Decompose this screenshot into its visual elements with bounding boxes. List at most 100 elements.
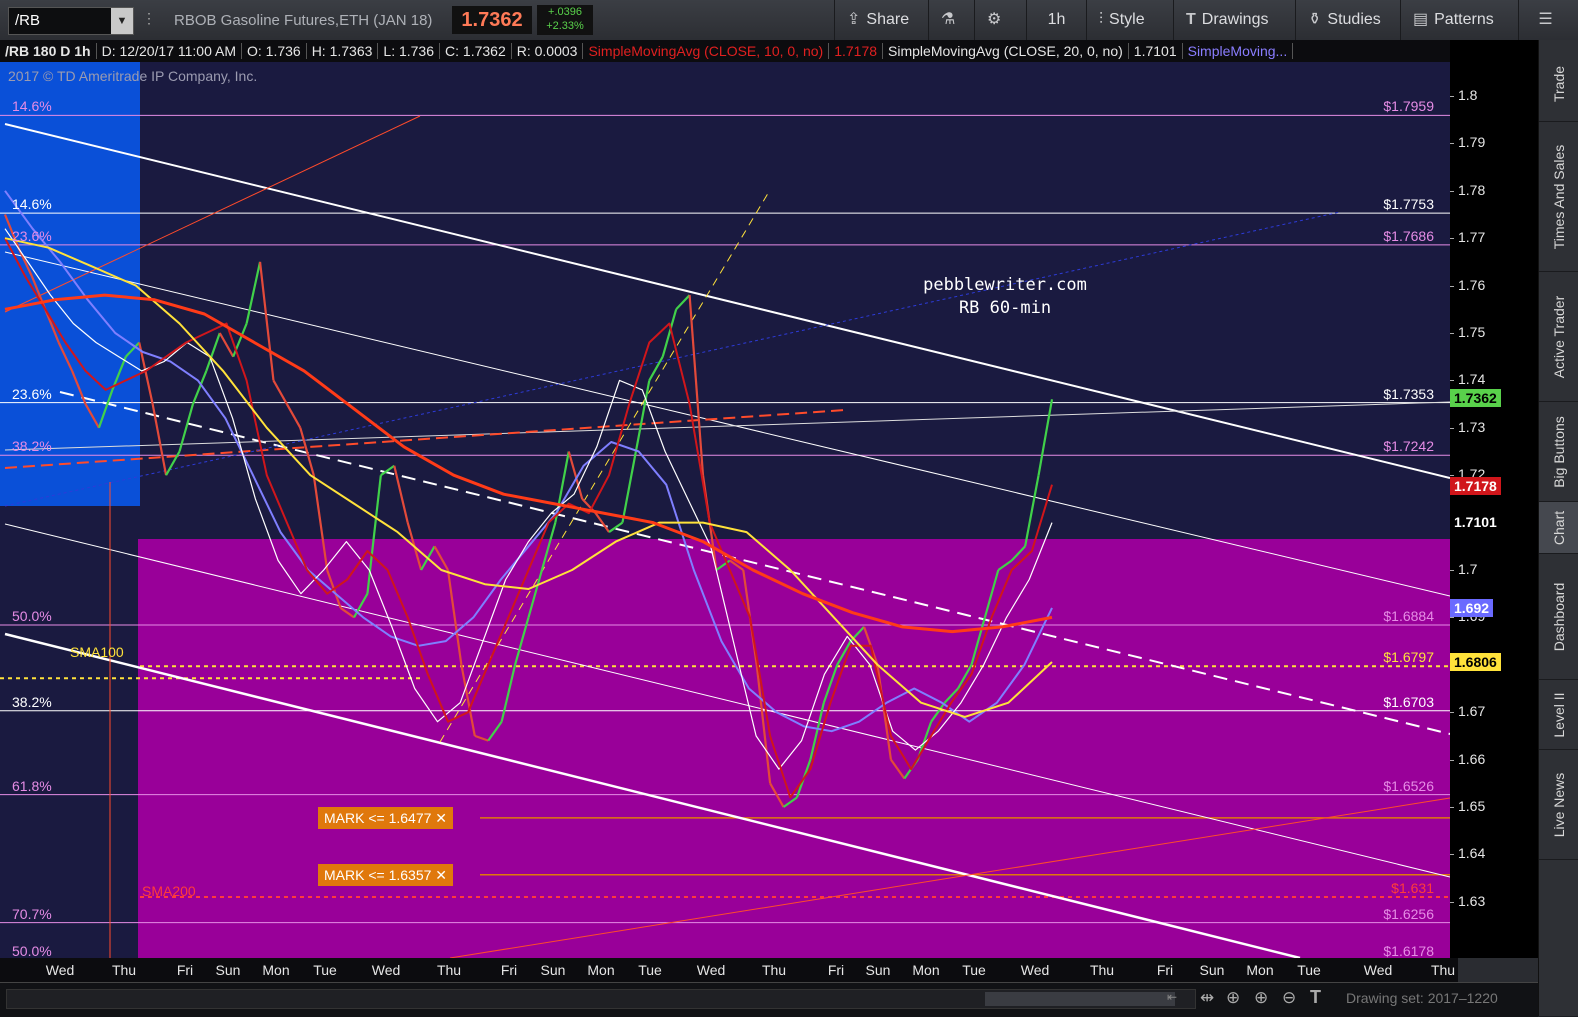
- bottom-bar: ⇤ ⇹ ⊕ ⊕ ⊖ T Drawing set: 2017–1220: [0, 982, 1538, 1017]
- fib-right-label-10: $1.6256: [1383, 905, 1434, 922]
- sidebar-tab-big-buttons[interactable]: Big Buttons: [1539, 402, 1578, 502]
- sidebar-tab-label: Dashboard: [1551, 582, 1567, 651]
- pan-icon[interactable]: ⇹: [1200, 988, 1214, 1008]
- sidebar-tab-active-trader[interactable]: Active Trader: [1539, 272, 1578, 402]
- sma200-label: SMA200: [142, 883, 196, 899]
- drawings-button[interactable]: T Drawings: [1173, 0, 1280, 40]
- y-tick-mark: [1450, 854, 1454, 856]
- price-bar: [675, 294, 691, 311]
- price-bar: [272, 379, 288, 405]
- sma20-label[interactable]: SimpleMovingAvg (CLOSE, 20, 0, no): [883, 43, 1129, 59]
- bar-high: H: 1.7363: [306, 43, 379, 59]
- timeframe-button[interactable]: 1h: [1026, 0, 1086, 40]
- price-bar: [245, 261, 262, 324]
- settings-button[interactable]: ⚙: [974, 0, 1026, 40]
- fib-right-label-0: $1.7959: [1383, 98, 1434, 115]
- price-tag-2: 1.7101: [1450, 513, 1501, 532]
- sidebar-tab-chart[interactable]: Chart: [1539, 502, 1578, 554]
- price-bar: [151, 403, 168, 476]
- x-tick-label: Mon: [1246, 962, 1274, 978]
- symbol-selector[interactable]: /RB ▼: [8, 7, 134, 35]
- y-tick-mark: [1450, 380, 1454, 382]
- y-tick-label: 1.74: [1458, 371, 1486, 388]
- y-tick-mark: [1450, 570, 1454, 571]
- chart-toolbar: /RB ▼ ⋮ RBOB Gasoline Futures,ETH (JAN 1…: [0, 0, 1578, 41]
- y-tick-mark: [1450, 807, 1454, 808]
- watermark-subtitle: RB 60-min: [958, 298, 1052, 318]
- fib-left-label-1: 14.6%: [12, 196, 52, 213]
- chart-scrollbar[interactable]: ⇤: [6, 989, 1196, 1009]
- price-chart[interactable]: 2017 © TD Ameritrade IP Company, Inc. pe…: [0, 62, 1450, 958]
- x-tick-label: Wed: [1020, 962, 1050, 978]
- magenta-zone: [138, 539, 1450, 958]
- fib-right-label-5: $1.6884: [1383, 607, 1434, 624]
- y-tick-mark: [1450, 96, 1454, 97]
- sidebar-tab-live-news[interactable]: Live News: [1539, 750, 1578, 860]
- bar-date: D: 12/20/17 11:00 AM: [96, 43, 242, 59]
- price-bar: [594, 512, 610, 533]
- chart-canvas[interactable]: [0, 62, 1450, 958]
- style-button[interactable]: ⫶ Style: [1086, 0, 1157, 40]
- scroll-arrow-icon[interactable]: ⇤: [1167, 990, 1177, 1004]
- price-bar: [285, 403, 302, 429]
- y-tick-label: 1.7: [1458, 561, 1478, 577]
- x-tick-label: Sun: [215, 962, 241, 978]
- chevron-down-icon[interactable]: ▼: [111, 8, 133, 34]
- patterns-icon: ▤: [1413, 11, 1429, 28]
- fib-left-label-8: 70.7%: [12, 905, 52, 922]
- sidebar-tab-trade[interactable]: Trade: [1539, 46, 1578, 122]
- change-percent: +2.33%: [546, 20, 584, 32]
- mark-order-button-1[interactable]: MARK <= 1.6357 ✕: [318, 863, 454, 886]
- price-tag-3: 1.692: [1450, 598, 1494, 617]
- zoom-out-icon[interactable]: ⊖: [1282, 988, 1296, 1008]
- fib-right-label-1: $1.7753: [1383, 196, 1434, 213]
- sidebar-tab-level-ii[interactable]: Level II: [1539, 680, 1578, 750]
- y-tick-mark: [1450, 901, 1454, 903]
- y-tick-label: 1.78: [1458, 181, 1486, 198]
- crosshair-icon[interactable]: ⊕: [1226, 988, 1240, 1008]
- last-price: 1.7362: [452, 6, 532, 34]
- zoom-in-icon[interactable]: ⊕: [1254, 988, 1268, 1008]
- sidebar-tab-times-and-sales[interactable]: Times And Sales: [1539, 122, 1578, 272]
- flat-trendline: [4, 401, 1450, 451]
- fib-left-label-5: 50.0%: [12, 607, 52, 624]
- x-tick-label: Mon: [912, 962, 940, 978]
- grip-icon[interactable]: ⋮: [142, 10, 156, 27]
- menu-button[interactable]: ☰: [1518, 0, 1578, 40]
- y-tick-label: 1.76: [1458, 276, 1486, 293]
- sidebar-tab-dashboard[interactable]: Dashboard: [1539, 554, 1578, 680]
- price-axis[interactable]: 1.81.791.781.771.761.751.741.731.721.711…: [1450, 40, 1538, 958]
- studies-button[interactable]: ⚱ Studies: [1295, 0, 1393, 40]
- mark-order-button-0[interactable]: MARK <= 1.6477 ✕: [318, 806, 454, 829]
- sma10-label[interactable]: SimpleMovingAvg (CLOSE, 10, 0, no): [583, 43, 830, 59]
- x-tick-label: Tue: [962, 962, 986, 978]
- text-tool-icon[interactable]: T: [1310, 987, 1321, 1008]
- scrollbar-thumb[interactable]: [985, 992, 1175, 1006]
- candles-icon: ⫶: [1099, 11, 1104, 28]
- chart-info-line: /RB 180 D 1h D: 12/20/17 11:00 AM O: 1.736…: [0, 40, 1450, 62]
- y-tick-label: 1.67: [1458, 703, 1486, 720]
- sidebar-tab-label: Level II: [1551, 691, 1567, 738]
- price-bar: [393, 465, 409, 523]
- time-axis[interactable]: Wed Thu Fri Sun Mon Tue Wed Thu Fri Sun Mon Tue Wed T…: [0, 958, 1458, 982]
- y-tick-mark: [1450, 759, 1454, 761]
- fib-right-label-9: $1.631: [1391, 880, 1434, 897]
- x-tick-label: Sun: [1199, 962, 1225, 978]
- drawing-set-label[interactable]: Drawing set: 2017–1220: [1346, 990, 1498, 1006]
- fib-right-label-3: $1.7353: [1383, 385, 1434, 402]
- x-tick-label: Fri: [827, 962, 845, 978]
- y-tick-mark: [1450, 712, 1454, 714]
- sidebar-tab-label: Big Buttons: [1551, 415, 1567, 488]
- sma-more-label[interactable]: SimpleMoving...: [1182, 43, 1294, 59]
- price-bar: [258, 261, 275, 381]
- patterns-button[interactable]: ▤ Patterns: [1400, 0, 1506, 40]
- thinkorswim-window: /RB ▼ ⋮ RBOB Gasoline Futures,ETH (JAN 1…: [0, 0, 1578, 1017]
- instrument-name: RBOB Gasoline Futures,ETH (JAN 18): [174, 12, 433, 29]
- flask-icon: ⚗: [941, 11, 956, 28]
- x-tick-label: Thu: [111, 962, 137, 978]
- y-tick-mark: [1450, 617, 1454, 619]
- copyright-text: 2017 © TD Ameritrade IP Company, Inc.: [8, 68, 258, 84]
- flask-button[interactable]: ⚗: [928, 0, 974, 40]
- gear-icon: ⚙: [987, 11, 1002, 28]
- share-button[interactable]: ⇪ Share: [834, 0, 921, 40]
